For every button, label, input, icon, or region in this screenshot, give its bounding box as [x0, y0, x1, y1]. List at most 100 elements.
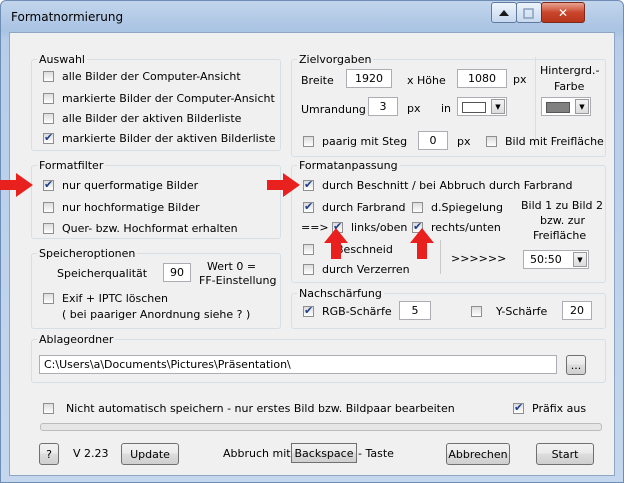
format-erhalten-label: Quer- bzw. Hochformat erhalten	[62, 222, 238, 235]
title-bar: Formatnormierung ✕	[1, 1, 623, 31]
ablageordner-path-input[interactable]: C:\Users\a\Documents\Pictures\Präsentati…	[39, 355, 557, 374]
rgb-schaerfe-label: RGB-Schärfe	[322, 305, 392, 318]
annotation-arrow-beschnitt-icon	[267, 173, 300, 197]
hintergrund-color-combo[interactable]: ▼	[541, 97, 591, 116]
format-erhalten-checkbox[interactable]	[43, 223, 54, 234]
auswahl-option-1[interactable]: alle Bilder der Computer-Ansicht	[43, 70, 241, 83]
abbrechen-button[interactable]: Abbrechen	[446, 443, 510, 465]
speicherqualitaet-input[interactable]: 90	[163, 263, 191, 282]
chevrons-text: >>>>>>	[451, 252, 507, 265]
breite-label: Breite	[301, 74, 334, 87]
umrandung-color-swatch	[462, 102, 486, 113]
ratio-select[interactable]: 50:50 ▼	[523, 250, 589, 269]
praefix-label: Präfix aus	[532, 402, 587, 415]
steg-px-unit: px	[457, 135, 471, 148]
auswahl-option-4[interactable]: markierte Bilder der aktiven Bilderliste	[43, 131, 276, 145]
auswahl-checkbox-4[interactable]	[43, 131, 54, 144]
querformat-label: nur querformatige Bilder	[62, 179, 199, 192]
annotation-arrow-rechtsunten-icon	[410, 228, 434, 259]
ratio-select-value: 50:50	[530, 253, 562, 266]
auswahl-option-4-label: markierte Bilder der aktiven Bilderliste	[62, 132, 276, 145]
umrandung-px-unit: px	[407, 102, 421, 115]
umrandung-color-combo[interactable]: ▼	[457, 97, 507, 116]
minimize-button[interactable]	[491, 2, 517, 23]
beschnitt-option[interactable]: durch Beschnitt / bei Abbruch durch Farb…	[303, 178, 573, 192]
nicht-speichern-option[interactable]: Nicht automatisch speichern - nur erstes…	[43, 402, 455, 415]
rgb-schaerfe-input[interactable]: 5	[399, 301, 431, 320]
start-button[interactable]: Start	[536, 443, 594, 465]
hintergrund-color-swatch	[546, 102, 570, 113]
praefix-checkbox[interactable]	[513, 401, 524, 414]
umrandung-label: Umrandung	[301, 103, 366, 116]
rgb-schaerfe-option[interactable]: RGB-Schärfe	[303, 304, 392, 318]
maximize-icon	[523, 7, 534, 19]
rgb-schaerfe-checkbox[interactable]	[303, 304, 314, 317]
y-schaerfe-input[interactable]: 20	[562, 301, 592, 320]
chevron-down-icon: ▼	[495, 102, 501, 111]
auswahl-checkbox-3[interactable]	[43, 113, 54, 124]
hoehe-input[interactable]: 1080	[457, 69, 507, 88]
wert-hint-line1: Wert 0 =	[207, 260, 257, 273]
breite-input[interactable]: 1920	[346, 69, 392, 88]
auswahl-checkbox-2[interactable]	[43, 93, 54, 104]
exif-option[interactable]: Exif + IPTC löschen	[43, 292, 168, 305]
hoehe-px-unit: px	[513, 73, 527, 86]
ratio-label-line3: Freifläche	[533, 229, 587, 242]
ratio-label-line2: bzw. zur	[540, 214, 586, 227]
verzerren-checkbox[interactable]	[303, 264, 314, 275]
umrandung-in-label: in	[441, 102, 452, 115]
y-schaerfe-option[interactable]: Y-Schärfe	[471, 305, 547, 318]
zielvorgaben-legend: Zielvorgaben	[299, 53, 372, 66]
progress-bar	[40, 423, 602, 431]
update-button[interactable]: Update	[121, 443, 179, 465]
nicht-speichern-checkbox[interactable]	[43, 403, 54, 414]
spiegelung-checkbox[interactable]	[412, 202, 423, 213]
version-label: V 2.23	[73, 447, 109, 460]
praefix-option[interactable]: Präfix aus	[513, 401, 587, 415]
farbrand-option[interactable]: durch Farbrand	[303, 200, 406, 214]
formatfilter-option-1[interactable]: nur querformatige Bilder	[43, 178, 199, 192]
paarig-label: paarig mit Steg	[322, 135, 408, 148]
paarig-checkbox[interactable]	[303, 136, 314, 147]
beschneid-checkbox[interactable]	[303, 244, 314, 255]
close-button[interactable]: ✕	[541, 2, 585, 23]
auswahl-option-3[interactable]: alle Bilder der aktiven Bilderliste	[43, 112, 241, 125]
maximize-button[interactable]	[516, 2, 542, 23]
nachschaerfung-legend: Nachschärfung	[299, 287, 382, 300]
speicheroptionen-legend: Speicheroptionen	[39, 247, 136, 260]
exif-checkbox[interactable]	[43, 293, 54, 304]
farbrand-checkbox[interactable]	[303, 200, 314, 213]
umrandung-input[interactable]: 3	[368, 97, 398, 116]
freiflaeche-checkbox[interactable]	[486, 136, 497, 147]
hochformat-checkbox[interactable]	[43, 202, 54, 213]
querformat-checkbox[interactable]	[43, 178, 54, 191]
verzerren-option[interactable]: durch Verzerren	[303, 263, 410, 276]
hoehe-label: x Höhe	[407, 74, 446, 87]
spiegelung-option[interactable]: d.Spiegelung	[412, 201, 503, 214]
hintergrund-dropdown-button[interactable]: ▼	[575, 99, 589, 114]
umrandung-dropdown-button[interactable]: ▼	[491, 99, 505, 114]
formatfilter-option-3[interactable]: Quer- bzw. Hochformat erhalten	[43, 222, 238, 235]
help-button[interactable]: ?	[39, 443, 59, 465]
spiegelung-label: d.Spiegelung	[431, 201, 503, 214]
beschnitt-checkbox[interactable]	[303, 178, 314, 191]
y-schaerfe-checkbox[interactable]	[471, 306, 482, 317]
formatfilter-option-2[interactable]: nur hochformatige Bilder	[43, 201, 200, 214]
exif-label: Exif + IPTC löschen	[62, 292, 169, 305]
ratio-dropdown-button[interactable]: ▼	[573, 252, 587, 267]
auswahl-option-2-label: markierte Bilder der Computer-Ansicht	[62, 92, 275, 105]
farbrand-label: durch Farbrand	[322, 201, 406, 214]
auswahl-option-2[interactable]: markierte Bilder der Computer-Ansicht	[43, 92, 275, 105]
rechtsunten-label: rechts/unten	[431, 221, 501, 234]
nicht-speichern-label: Nicht automatisch speichern - nur erstes…	[66, 402, 455, 415]
paarig-option[interactable]: paarig mit Steg	[303, 135, 407, 148]
auswahl-checkbox-1[interactable]	[43, 71, 54, 82]
freiflaeche-option[interactable]: Bild mit Freifläche	[486, 135, 604, 148]
auswahl-legend: Auswahl	[39, 53, 85, 66]
annotation-arrow-querformat-icon	[0, 173, 33, 197]
y-schaerfe-label: Y-Schärfe	[496, 305, 548, 318]
browse-button[interactable]: ...	[566, 355, 586, 375]
abbruch-suffix-label: - Taste	[358, 447, 394, 460]
steg-input[interactable]: 0	[418, 131, 448, 150]
hintergrund-label-line2: Farbe	[554, 80, 585, 93]
